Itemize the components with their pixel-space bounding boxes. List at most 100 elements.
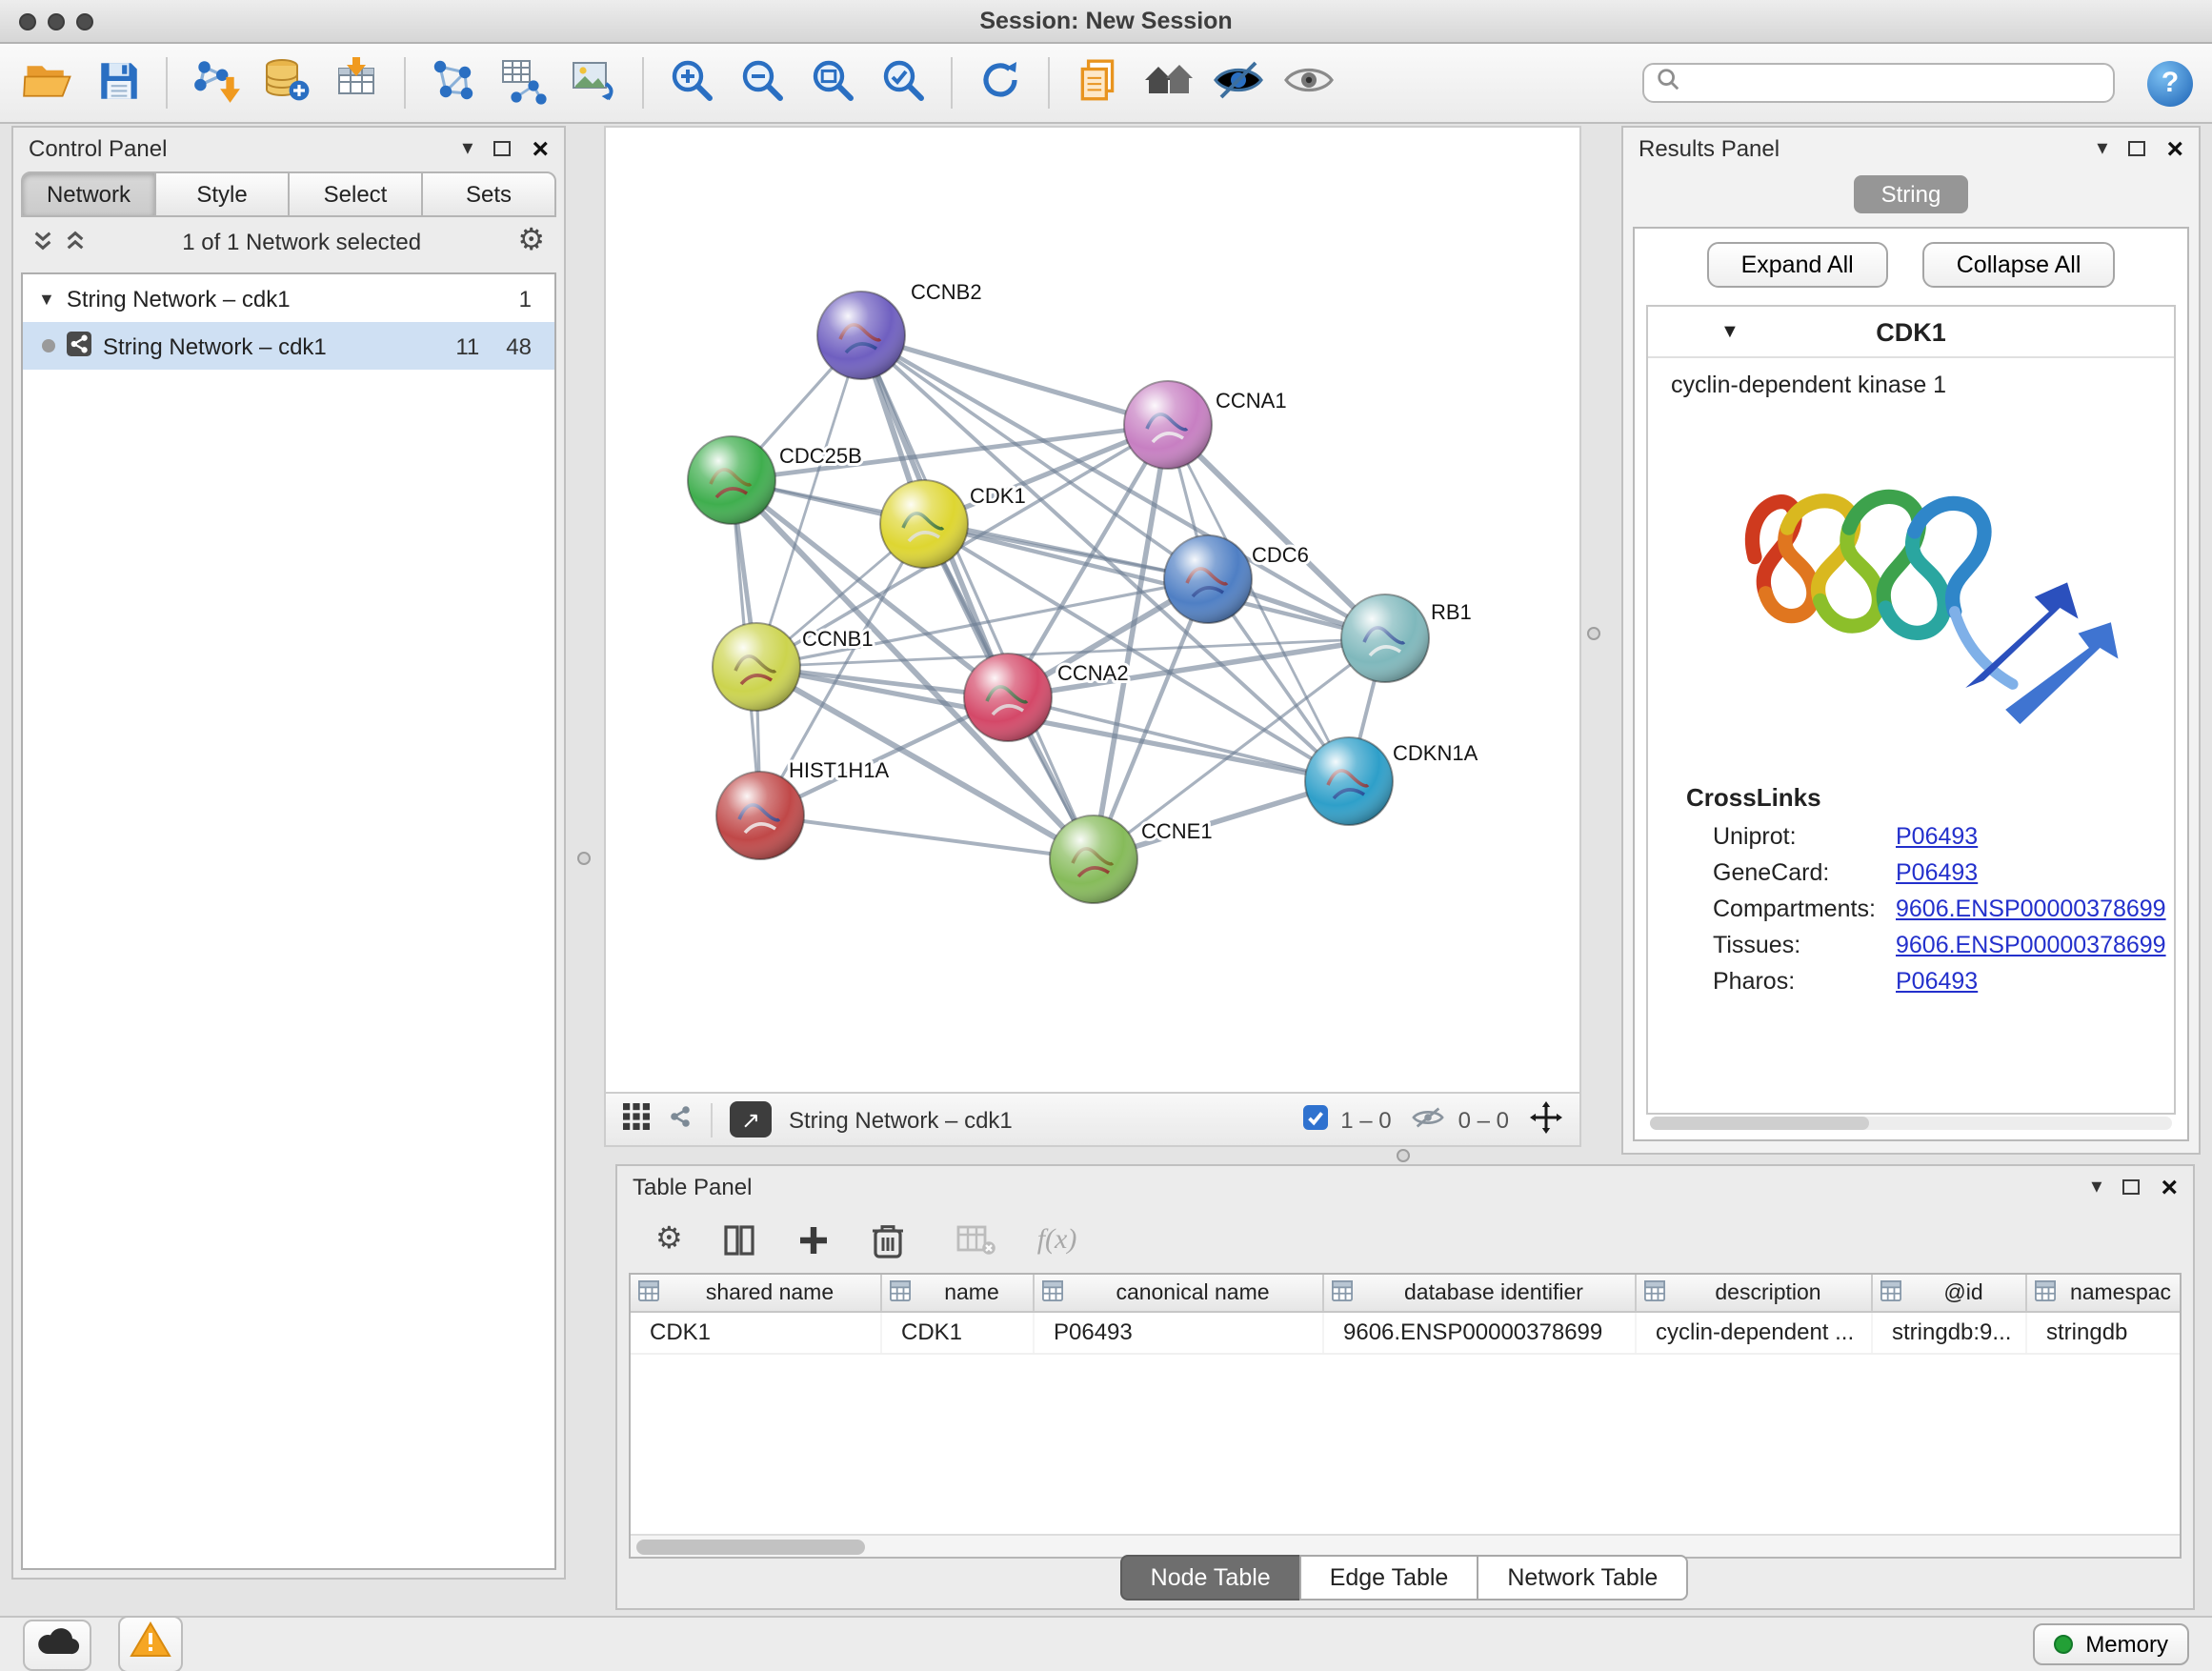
hide-glass-button[interactable] [1210, 54, 1267, 111]
float-panel-icon[interactable] [2128, 141, 2145, 156]
panel-menu-icon[interactable]: ▾ [462, 138, 473, 159]
expand-all-networks-icon[interactable] [32, 228, 53, 256]
apply-layout-button[interactable] [972, 54, 1029, 111]
table-cell[interactable]: stringdb:9... [1873, 1313, 2027, 1353]
zoom-out-button[interactable] [734, 54, 791, 111]
search-input[interactable] [1688, 70, 2101, 96]
bottom-splitter-handle[interactable] [1397, 1149, 1410, 1162]
node-CCNB1[interactable] [713, 623, 800, 711]
memory-button[interactable]: Memory [2032, 1623, 2189, 1665]
column-header-name[interactable]: name [882, 1275, 1035, 1311]
tab-edge-table[interactable]: Edge Table [1299, 1555, 1479, 1601]
crosslink-value-link[interactable]: P06493 [1896, 822, 1978, 849]
add-column-icon[interactable] [797, 1223, 832, 1258]
node-HIST1H1A[interactable] [716, 772, 804, 859]
crosslink-value-link[interactable]: P06493 [1896, 967, 1978, 994]
column-header-shared-name[interactable]: shared name [631, 1275, 882, 1311]
selected-checkbox-icon[interactable] [1302, 1104, 1327, 1135]
collapse-tree-icon[interactable]: ▼ [38, 289, 55, 308]
table-cell[interactable]: 9606.ENSP00000378699 [1324, 1313, 1637, 1353]
zoom-fit-button[interactable] [804, 54, 861, 111]
column-header-namespac[interactable]: namespac [2027, 1275, 2182, 1311]
column-header-description[interactable]: description [1637, 1275, 1873, 1311]
table-horizontal-scrollbar[interactable] [631, 1534, 2180, 1557]
table-cell[interactable]: cyclin-dependent ... [1637, 1313, 1873, 1353]
node-CDKN1A[interactable] [1305, 737, 1393, 825]
zoom-in-button[interactable] [663, 54, 720, 111]
node-RB1[interactable] [1341, 594, 1429, 682]
expand-all-button[interactable]: Expand All [1707, 242, 1888, 288]
string-home-button[interactable] [1139, 54, 1196, 111]
scrollbar-thumb[interactable] [636, 1540, 865, 1555]
close-panel-icon[interactable]: × [2161, 1173, 2178, 1201]
window-close-button[interactable] [19, 13, 36, 30]
delete-column-icon[interactable] [872, 1221, 906, 1259]
results-scrollbar-thumb[interactable] [1650, 1117, 1869, 1130]
hidden-eye-slash-icon[interactable] [1413, 1104, 1445, 1135]
panel-menu-icon[interactable]: ▾ [2091, 1177, 2101, 1198]
tab-node-table[interactable]: Node Table [1120, 1555, 1301, 1601]
import-table-button[interactable] [328, 54, 385, 111]
node-CCNB2[interactable] [817, 292, 905, 379]
table-settings-gear-icon[interactable]: ⚙ [655, 1225, 683, 1256]
collapse-all-button[interactable]: Collapse All [1922, 242, 2116, 288]
edge-HIST1H1A-CCNE1[interactable] [760, 815, 1094, 859]
clone-network-button[interactable] [1069, 54, 1126, 111]
float-panel-icon[interactable] [2122, 1179, 2140, 1195]
warnings-button[interactable] [118, 1616, 183, 1671]
show-glass-button[interactable] [1280, 54, 1337, 111]
edge-CCNB2-CCNB1[interactable] [756, 335, 861, 667]
table-cell[interactable]: stringdb [2027, 1313, 2182, 1353]
open-session-button[interactable] [19, 54, 76, 111]
tab-network-table[interactable]: Network Table [1477, 1555, 1688, 1601]
node-CDC6[interactable] [1164, 535, 1252, 623]
crosslink-value-link[interactable]: P06493 [1896, 858, 1978, 885]
export-image-button[interactable] [566, 54, 623, 111]
edge-CCNB2-CCNA1[interactable] [861, 335, 1168, 425]
network-view[interactable]: CCNB2CCNA1CDC25BCDK1CDC6RB1CCNB1CCNA2CDK… [604, 126, 1581, 1094]
network-collection-row[interactable]: ▼ String Network – cdk1 1 [23, 274, 554, 322]
float-panel-icon[interactable] [493, 141, 511, 156]
tab-style[interactable]: Style [154, 171, 290, 217]
tab-string[interactable]: String [1855, 175, 1968, 213]
tab-network[interactable]: Network [21, 171, 156, 217]
table-cell[interactable]: CDK1 [882, 1313, 1035, 1353]
node-CCNA2[interactable] [964, 654, 1052, 741]
zoom-selected-button[interactable] [875, 54, 932, 111]
node-CCNA1[interactable] [1124, 381, 1212, 469]
window-zoom-button[interactable] [76, 13, 93, 30]
tab-select[interactable]: Select [288, 171, 423, 217]
import-network-file-button[interactable] [187, 54, 244, 111]
collapse-section-icon[interactable]: ▼ [1720, 321, 1739, 342]
cloud-status-button[interactable] [23, 1619, 91, 1670]
network-share-icon[interactable] [667, 1103, 694, 1136]
right-splitter-handle[interactable] [1587, 627, 1600, 640]
help-button[interactable]: ? [2147, 60, 2193, 106]
results-scrollbar[interactable] [1650, 1117, 2172, 1130]
new-network-button[interactable] [425, 54, 482, 111]
edge-CCNB2-CCNE1[interactable] [861, 335, 1094, 859]
birds-eye-view-icon[interactable] [623, 1103, 650, 1136]
table-cell[interactable]: P06493 [1035, 1313, 1324, 1353]
column-header-database-identifier[interactable]: database identifier [1324, 1275, 1637, 1311]
open-in-new-icon[interactable]: ↗ [730, 1101, 772, 1137]
pan-crosshair-icon[interactable] [1530, 1100, 1562, 1138]
network-graph[interactable]: CCNB2CCNA1CDC25BCDK1CDC6RB1CCNB1CCNA2CDK… [606, 128, 1579, 1092]
table-row[interactable]: CDK1CDK1P064939606.ENSP00000378699cyclin… [631, 1313, 2180, 1355]
column-header-canonical-name[interactable]: canonical name [1035, 1275, 1324, 1311]
left-splitter-handle[interactable] [577, 852, 591, 865]
table-cell[interactable]: CDK1 [631, 1313, 882, 1353]
column-header--id[interactable]: @id [1873, 1275, 2027, 1311]
node-CDK1[interactable] [880, 480, 968, 568]
show-columns-icon[interactable] [723, 1223, 757, 1258]
node-CCNE1[interactable] [1050, 815, 1137, 903]
collapse-all-networks-icon[interactable] [65, 228, 86, 256]
import-network-database-button[interactable] [257, 54, 314, 111]
gear-icon[interactable]: ⚙ [517, 227, 545, 257]
gene-section-header[interactable]: ▼ CDK1 [1648, 307, 2174, 358]
tab-sets[interactable]: Sets [421, 171, 556, 217]
node-CDC25B[interactable] [688, 436, 775, 524]
save-session-button[interactable] [90, 54, 147, 111]
network-row-selected[interactable]: String Network – cdk1 11 48 [23, 322, 554, 370]
close-panel-icon[interactable]: × [532, 134, 549, 163]
